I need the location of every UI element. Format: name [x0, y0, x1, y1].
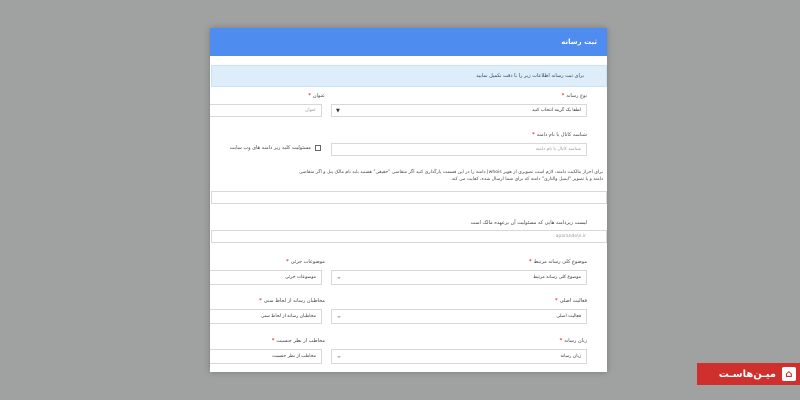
subdomains-list-input[interactable]: aparande\n.ir [211, 230, 607, 243]
main-topic-label: موضوع کلی رسانه مرتبط* [529, 259, 587, 265]
language-label: زبان رسانه* [559, 338, 587, 344]
required-icon: * [271, 338, 275, 344]
main-topic-select[interactable]: موضوع کلی رسانه مرتبط ⌄ [331, 270, 587, 285]
modal-title: ثبت رسانه [561, 38, 597, 46]
main-activity-select[interactable]: فعالیت اصلی ⌄ [331, 309, 587, 324]
caret-down-icon: ▼ [336, 108, 340, 114]
required-icon: * [532, 132, 535, 138]
brand-mark-icon: ⌂ [782, 367, 796, 381]
required-icon: * [308, 93, 311, 99]
info-alert: برای ثبت رسانه اطلاعات زیر را با دقت تکم… [211, 65, 607, 87]
brand-name: میـن‌هاسـت [718, 368, 776, 380]
required-icon: * [259, 298, 262, 304]
modal-body: برای ثبت رسانه اطلاعات زیر را با دقت تکم… [210, 56, 607, 372]
gender-select[interactable]: مخاطب از نظر جنسیت [210, 349, 322, 364]
required-icon: * [286, 259, 289, 265]
media-type-select[interactable]: لطفا یک گزینه انتخاب کنید ▼ [331, 104, 587, 117]
chevron-down-icon: ⌄ [336, 274, 342, 280]
ownership-upload-field[interactable] [211, 191, 607, 204]
gender-label: مخاطب از نظر جنسیت* [271, 338, 325, 344]
required-icon: * [559, 338, 563, 344]
sub-topics-label: موضوعات جزئی* [286, 259, 325, 265]
subdomains-list-label: لیست زیردامنه هایی که مسئولیت آن برعهده … [470, 220, 587, 226]
brand-logo: ⌂ میـن‌هاسـت [697, 363, 800, 385]
ownership-note: برای احراز مالکیت دامنه، لازم است تصویری… [299, 170, 603, 182]
audience-label: مخاطبان رسانه از لحاظ سنی* [259, 298, 325, 304]
main-activity-label: فعالیت اصلی* [555, 298, 587, 304]
title-label: عنوان* [308, 93, 325, 99]
required-icon: * [561, 93, 565, 99]
audience-select[interactable]: مخاطبان رسانه از لحاظ سنی [210, 309, 322, 324]
channel-id-label: شناسه کانال یا نام دامنه* [532, 132, 587, 138]
subdomains-checkbox-label: مسئولیت کلیه زیر دامنه های وب سایت [229, 145, 311, 151]
alert-text: برای ثبت رسانه اطلاعات زیر را با دقت تکم… [476, 73, 584, 79]
media-type-label: نوع رسانه* [561, 93, 587, 99]
required-icon: * [555, 298, 558, 304]
channel-id-input[interactable]: شناسه کانال یا نام دامنه [331, 143, 587, 156]
register-media-modal: ثبت رسانه برای ثبت رسانه اطلاعات زیر را … [210, 28, 607, 372]
title-input[interactable]: عنوان [210, 104, 322, 117]
subdomains-checkbox[interactable] [315, 145, 321, 151]
sub-topics-select[interactable]: موضوعات جزئی [210, 270, 322, 285]
language-select[interactable]: زبان رسانه ⌄ [331, 349, 587, 364]
modal-header: ثبت رسانه [210, 28, 607, 56]
required-icon: * [529, 259, 532, 265]
chevron-down-icon: ⌄ [336, 353, 342, 359]
chevron-down-icon: ⌄ [336, 313, 342, 319]
